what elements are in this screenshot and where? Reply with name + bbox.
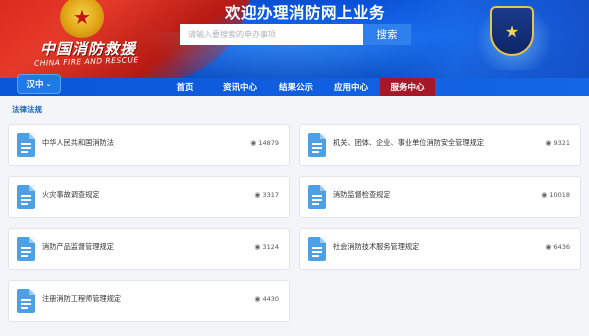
doc-title: 社会消防技术服务管理规定 <box>333 242 420 251</box>
view-count-value: 3124 <box>262 243 279 251</box>
document-icon <box>17 133 35 157</box>
view-count: ◉ 14879 <box>250 139 279 147</box>
search-button[interactable]: 搜索 <box>363 24 411 45</box>
view-count-value: 3317 <box>262 191 279 199</box>
view-count-value: 10018 <box>549 191 570 199</box>
eye-icon: ◉ <box>250 139 257 147</box>
section-title: 法律法规 <box>12 105 42 114</box>
view-count: ◉ 3124 <box>254 243 279 251</box>
view-count-value: 14879 <box>258 139 279 147</box>
search-input[interactable] <box>180 24 363 45</box>
eye-icon: ◉ <box>254 243 261 251</box>
document-icon <box>17 289 35 313</box>
doc-title: 机关、团体、企业、事业单位消防安全管理规定 <box>333 138 484 147</box>
doc-card[interactable]: 火灾事故调查规定 ◉ 3317 <box>8 176 290 218</box>
document-icon <box>308 237 326 261</box>
eye-icon: ◉ <box>545 243 552 251</box>
police-badge-icon: ★ <box>490 6 534 56</box>
eye-icon: ◉ <box>545 139 552 147</box>
doc-title: 中华人民共和国消防法 <box>42 138 114 147</box>
eye-icon: ◉ <box>254 191 261 199</box>
view-count: ◉ 9321 <box>545 139 570 147</box>
view-count-value: 6436 <box>553 243 570 251</box>
doc-card[interactable]: 注册消防工程师管理规定 ◉ 4430 <box>8 280 290 322</box>
nav-item-home[interactable]: 首页 <box>160 78 210 96</box>
city-selector[interactable]: 汉中 ⌄ <box>17 74 61 94</box>
nav-item-service[interactable]: 服务中心 <box>380 78 435 96</box>
nav-item-news[interactable]: 资讯中心 <box>215 78 265 96</box>
doc-card[interactable]: 社会消防技术服务管理规定 ◉ 6436 <box>299 228 581 270</box>
view-count: ◉ 4430 <box>254 295 279 303</box>
doc-title: 消防监督检查规定 <box>333 190 391 199</box>
view-count: ◉ 10018 <box>541 191 570 199</box>
view-count-value: 4430 <box>262 295 279 303</box>
doc-title: 消防产品监督管理规定 <box>42 242 114 251</box>
doc-card[interactable]: 机关、团体、企业、事业单位消防安全管理规定 ◉ 9321 <box>299 124 581 166</box>
chevron-down-icon: ⌄ <box>45 80 52 88</box>
eye-icon: ◉ <box>541 191 548 199</box>
eye-icon: ◉ <box>254 295 261 303</box>
doc-card[interactable]: 消防监督检查规定 ◉ 10018 <box>299 176 581 218</box>
nav-item-results[interactable]: 结果公示 <box>270 78 322 96</box>
header-banner: ★ ★ 中国消防救援 CHINA FIRE AND RESCUE 欢迎办理消防网… <box>0 0 589 78</box>
view-count: ◉ 6436 <box>545 243 570 251</box>
document-icon <box>17 237 35 261</box>
doc-title: 火灾事故调查规定 <box>42 190 100 199</box>
doc-card[interactable]: 消防产品监督管理规定 ◉ 3124 <box>8 228 290 270</box>
document-icon <box>308 133 326 157</box>
document-icon <box>17 185 35 209</box>
nav-item-apps[interactable]: 应用中心 <box>325 78 377 96</box>
doc-title: 注册消防工程师管理规定 <box>42 294 122 303</box>
welcome-title: 欢迎办理消防网上业务 <box>225 4 386 22</box>
view-count: ◉ 3317 <box>254 191 279 199</box>
document-icon <box>308 185 326 209</box>
doc-card[interactable]: 中华人民共和国消防法 ◉ 14879 <box>8 124 290 166</box>
view-count-value: 9321 <box>553 139 570 147</box>
city-label: 汉中 <box>26 80 44 90</box>
